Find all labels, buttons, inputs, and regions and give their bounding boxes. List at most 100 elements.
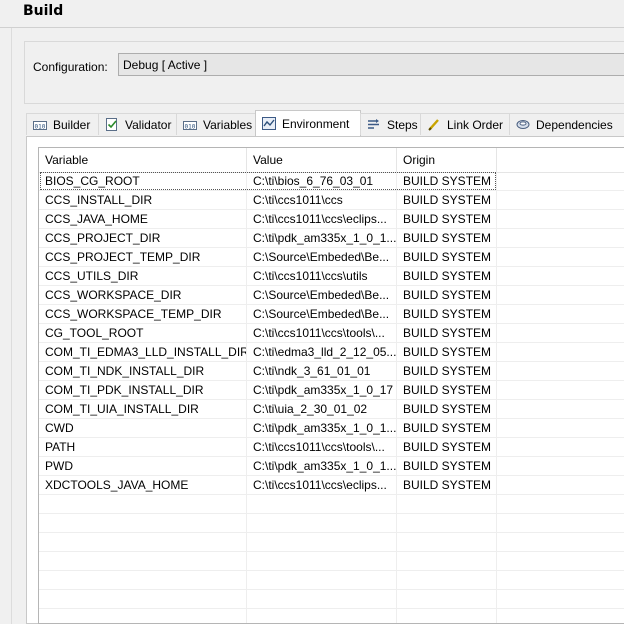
tab-variables[interactable]: 010 Variables	[176, 113, 256, 135]
table-row[interactable]: PATH C:\ti\ccs1011\ccs\tools\... BUILD SYS…	[39, 438, 624, 457]
value-cell	[247, 590, 397, 609]
origin-cell	[397, 609, 497, 623]
tab-steps[interactable]: Steps	[360, 113, 421, 135]
value-cell	[247, 514, 397, 533]
origin-cell	[397, 552, 497, 571]
column-header-variable[interactable]: Variable	[39, 148, 247, 172]
column-header-value[interactable]: Value	[247, 148, 397, 172]
origin-cell: BUILD SYSTEM	[397, 400, 497, 419]
variable-cell: XDCTOOLS_JAVA_HOME	[39, 476, 247, 495]
variable-cell	[39, 571, 247, 590]
variable-cell	[39, 609, 247, 623]
table-row[interactable]: XDCTOOLS_JAVA_HOME C:\ti\ccs1011\ccs\ecli…	[39, 476, 624, 495]
table-header: Variable Value Origin	[39, 148, 624, 173]
table-row[interactable]: COM_TI_EDMA3_LLD_INSTALL_DIR C:\ti\edma3_…	[39, 343, 624, 362]
tab-environment[interactable]: Environment	[255, 110, 361, 136]
value-cell: C:\Source\Embeded\Be...	[247, 305, 397, 324]
table-row-empty	[39, 590, 624, 609]
configuration-dropdown[interactable]: Debug [ Active ]	[118, 53, 624, 76]
tab-label: Builder	[53, 117, 91, 132]
selection-focus-rect	[40, 172, 496, 190]
origin-cell: BUILD SYSTEM	[397, 419, 497, 438]
tab-builder[interactable]: 010 Builder	[26, 113, 99, 135]
value-cell: C:\ti\ccs1011\ccs\tools\...	[247, 438, 397, 457]
variable-cell: CCS_UTILS_DIR	[39, 267, 247, 286]
configuration-value: Debug [ Active ]	[123, 58, 208, 72]
configuration-label: Configuration:	[33, 60, 108, 74]
value-cell: C:\ti\ccs1011\ccs\tools\...	[247, 324, 397, 343]
table-row-empty	[39, 495, 624, 514]
variable-cell	[39, 533, 247, 552]
value-cell: C:\ti\ndk_3_61_01_01	[247, 362, 397, 381]
table-row[interactable]: COM_TI_PDK_INSTALL_DIR C:\ti\pdk_am335x_1…	[39, 381, 624, 400]
left-divider	[11, 28, 12, 624]
value-cell	[247, 609, 397, 623]
origin-cell: BUILD SYSTEM	[397, 362, 497, 381]
tab-label: Dependencies	[536, 117, 613, 132]
origin-cell: BUILD SYSTEM	[397, 191, 497, 210]
table-row[interactable]: CCS_INSTALL_DIR C:\ti\ccs1011\ccs BUILD SY…	[39, 191, 624, 210]
variable-cell: CWD	[39, 419, 247, 438]
origin-cell	[397, 514, 497, 533]
variable-cell: CCS_PROJECT_DIR	[39, 229, 247, 248]
tab-bar: 010 Builder Validator 010 Variables Envi…	[26, 110, 624, 136]
table-row[interactable]: CCS_UTILS_DIR C:\ti\ccs1011\ccs\utils BUIL…	[39, 267, 624, 286]
window-title: Build	[23, 3, 64, 19]
value-cell: C:\ti\pdk_am335x_1_0_17	[247, 381, 397, 400]
tab-label: Link Order	[447, 117, 504, 132]
tab-label: Variables	[203, 117, 253, 132]
variable-cell	[39, 495, 247, 514]
variable-cell: CCS_WORKSPACE_TEMP_DIR	[39, 305, 247, 324]
variable-cell: COM_TI_NDK_INSTALL_DIR	[39, 362, 247, 381]
value-cell: C:\Source\Embeded\Be...	[247, 248, 397, 267]
tab-label: Environment	[282, 116, 350, 131]
variables-icon: 010	[183, 121, 197, 131]
variable-cell	[39, 514, 247, 533]
builder-icon: 010	[33, 121, 47, 131]
tab-link-order[interactable]: Link Order	[420, 113, 510, 135]
tab-label: Steps	[387, 117, 418, 132]
value-cell	[247, 552, 397, 571]
value-cell: C:\ti\ccs1011\ccs\utils	[247, 267, 397, 286]
tab-validator[interactable]: Validator	[98, 113, 177, 135]
variable-cell: COM_TI_PDK_INSTALL_DIR	[39, 381, 247, 400]
origin-cell: BUILD SYSTEM	[397, 210, 497, 229]
value-cell	[247, 495, 397, 514]
origin-cell: BUILD SYSTEM	[397, 324, 497, 343]
origin-cell: BUILD SYSTEM	[397, 476, 497, 495]
table-row[interactable]: CWD C:\ti\pdk_am335x_1_0_1... BUILD SYSTEM	[39, 419, 624, 438]
table-row[interactable]: COM_TI_NDK_INSTALL_DIR C:\ti\ndk_3_61_01_…	[39, 362, 624, 381]
value-cell: C:\ti\ccs1011\ccs\eclips...	[247, 210, 397, 229]
origin-cell: BUILD SYSTEM	[397, 381, 497, 400]
value-cell: C:\ti\pdk_am335x_1_0_1...	[247, 457, 397, 476]
table-row[interactable]: CCS_JAVA_HOME C:\ti\ccs1011\ccs\eclips...…	[39, 210, 624, 229]
origin-cell: BUILD SYSTEM	[397, 229, 497, 248]
table-row[interactable]: CCS_WORKSPACE_DIR C:\Source\Embeded\Be...…	[39, 286, 624, 305]
origin-cell	[397, 533, 497, 552]
origin-cell	[397, 495, 497, 514]
variable-cell: PATH	[39, 438, 247, 457]
table-row-empty	[39, 571, 624, 590]
table-row-empty	[39, 552, 624, 571]
variable-cell	[39, 552, 247, 571]
environment-icon	[262, 117, 276, 130]
table-row[interactable]: CCS_WORKSPACE_TEMP_DIR C:\Source\Embeded\…	[39, 305, 624, 324]
origin-cell: BUILD SYSTEM	[397, 305, 497, 324]
link-order-icon	[428, 119, 439, 131]
table-row[interactable]: CCS_PROJECT_TEMP_DIR C:\Source\Embeded\Be…	[39, 248, 624, 267]
value-cell: C:\ti\ccs1011\ccs	[247, 191, 397, 210]
table-row[interactable]: BIOS_CG_ROOT C:\ti\bios_6_76_03_01 BUILD S…	[39, 172, 624, 191]
table-row[interactable]: PWD C:\ti\pdk_am335x_1_0_1... BUILD SYSTEM	[39, 457, 624, 476]
table-row[interactable]: CG_TOOL_ROOT C:\ti\ccs1011\ccs\tools\... B…	[39, 324, 624, 343]
dependencies-icon	[516, 120, 530, 129]
origin-cell: BUILD SYSTEM	[397, 343, 497, 362]
value-cell: C:\ti\pdk_am335x_1_0_1...	[247, 229, 397, 248]
value-cell: C:\ti\edma3_lld_2_12_05...	[247, 343, 397, 362]
column-header-origin[interactable]: Origin	[397, 148, 497, 172]
origin-cell: BUILD SYSTEM	[397, 286, 497, 305]
tab-dependencies[interactable]: Dependencies	[509, 113, 624, 135]
table-row[interactable]: COM_TI_UIA_INSTALL_DIR C:\ti\uia_2_30_01_…	[39, 400, 624, 419]
svg-text:010: 010	[35, 124, 46, 131]
table-row[interactable]: CCS_PROJECT_DIR C:\ti\pdk_am335x_1_0_1...…	[39, 229, 624, 248]
environment-variables-table[interactable]: Variable Value Origin BIOS_CG_ROOT C:\ti\…	[38, 147, 624, 624]
